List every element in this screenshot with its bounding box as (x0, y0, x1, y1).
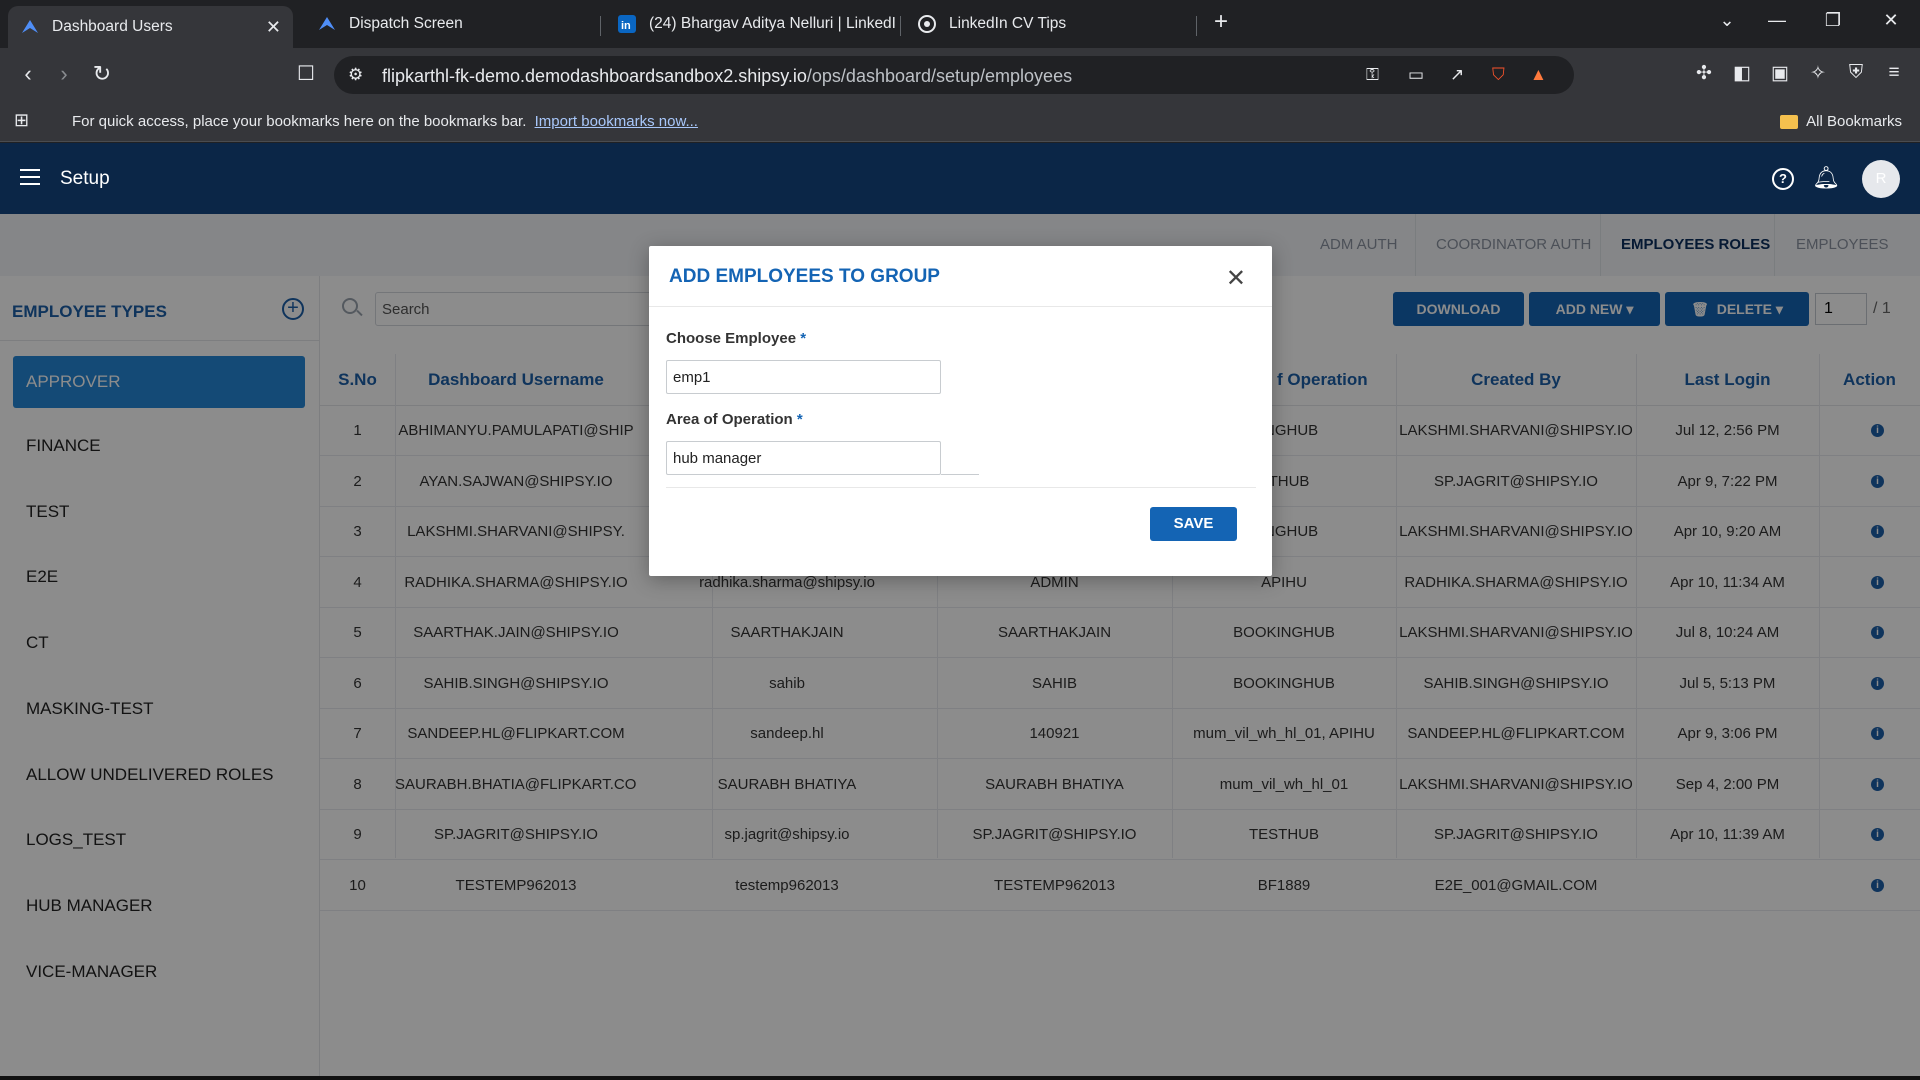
save-button[interactable]: SAVE (1150, 507, 1237, 541)
bookmarks-hint-text: For quick access, place your bookmarks h… (72, 113, 527, 130)
url-text[interactable]: flipkarthl-fk-demo.demodashboardsandbox2… (382, 66, 1072, 87)
area-of-operation-label: Area of Operation * (666, 411, 803, 428)
modal-title: ADD EMPLOYEES TO GROUP (669, 266, 940, 287)
extensions-icon[interactable]: ✣ (1692, 62, 1716, 85)
leo-ai-icon[interactable]: ✧ (1806, 62, 1830, 85)
window-bottom-edge (0, 1076, 1920, 1080)
menu-icon[interactable]: ≡ (1882, 62, 1906, 84)
tab-dashboard-users[interactable]: Dashboard Users ✕ (8, 6, 293, 48)
required-mark: * (796, 411, 803, 428)
brave-rewards-icon[interactable]: ▲ (1530, 65, 1547, 85)
tab-dispatch-screen[interactable]: Dispatch Screen (305, 6, 595, 42)
password-key-icon[interactable]: ⚿ (1366, 65, 1379, 85)
bookmark-icon[interactable]: ☐ (292, 61, 320, 86)
label-text: Choose Employee (666, 330, 797, 347)
close-tab-icon[interactable]: ✕ (266, 17, 281, 38)
tab-linkedin-cv-tips[interactable]: LinkedIn CV Tips (905, 6, 1195, 42)
tab-separator (900, 16, 901, 36)
shipsy-favicon-icon (20, 17, 40, 37)
tab-title: Dispatch Screen (349, 15, 463, 32)
area-of-operation-field[interactable]: hub manager (666, 441, 941, 475)
divider (666, 487, 1256, 488)
close-icon[interactable]: ✕ (1226, 264, 1246, 293)
add-employees-modal: ADD EMPLOYEES TO GROUP ✕ Choose Employee… (649, 246, 1272, 576)
address-bar[interactable]: ⚙ flipkarthl-fk-demo.demodashboardsandbo… (334, 56, 1574, 94)
hamburger-menu-icon[interactable] (20, 169, 40, 190)
wallet-icon[interactable]: ▣ (1768, 62, 1792, 85)
tab-linkedin-profile[interactable]: in (24) Bhargav Aditya Nelluri | LinkedI (605, 6, 895, 42)
help-icon[interactable]: ? (1772, 168, 1794, 190)
apps-grid-icon[interactable]: ⊞ (14, 110, 29, 131)
install-app-icon[interactable]: ▭ (1408, 65, 1424, 85)
brave-shield-icon[interactable]: ⛉ (1492, 65, 1505, 85)
app-header: Setup ? 🔔︎ R (0, 143, 1920, 214)
divider (649, 306, 1272, 307)
tab-title: Dashboard Users (52, 18, 173, 35)
choose-employee-field[interactable]: emp1 (666, 360, 941, 394)
field-underline (941, 474, 979, 475)
required-mark: * (800, 330, 807, 347)
tab-title: LinkedIn CV Tips (949, 15, 1067, 32)
sidebar-icon[interactable]: ◧ (1730, 62, 1754, 85)
close-window-icon[interactable]: ✕ (1876, 10, 1906, 31)
all-bookmarks-button[interactable]: All Bookmarks (1780, 113, 1902, 130)
tab-separator (600, 16, 601, 36)
site-info-icon[interactable]: ⚙ (348, 65, 363, 85)
label-text: Area of Operation (666, 411, 793, 428)
chatgpt-icon (917, 14, 937, 34)
vpn-icon[interactable]: ⛨ (1844, 62, 1868, 84)
tab-search-chevron-icon[interactable]: ⌄ (1712, 10, 1742, 31)
bookmarks-bar: ⊞ For quick access, place your bookmarks… (0, 102, 1920, 142)
forward-icon[interactable]: › (50, 61, 78, 87)
folder-icon (1780, 114, 1799, 129)
minimize-icon[interactable]: — (1762, 10, 1792, 31)
restore-icon[interactable]: ❐ (1818, 10, 1848, 31)
share-icon[interactable]: ↗ (1450, 65, 1464, 85)
back-icon[interactable]: ‹ (14, 61, 42, 87)
browser-toolbar: ‹ › ↻ ☐ ⚙ flipkarthl-fk-demo.demodashboa… (0, 48, 1920, 102)
import-bookmarks-link[interactable]: Import bookmarks now... (535, 113, 698, 130)
shipsy-favicon-icon (317, 14, 337, 34)
bookmarks-hint: For quick access, place your bookmarks h… (72, 113, 698, 130)
reload-icon[interactable]: ↻ (88, 61, 116, 87)
new-tab-icon[interactable]: + (1206, 8, 1236, 36)
avatar[interactable]: R (1862, 160, 1900, 198)
linkedin-icon: in (617, 14, 637, 34)
svg-text:in: in (621, 20, 631, 32)
browser-tab-bar: Dashboard Users ✕ Dispatch Screen in (24… (0, 0, 1920, 48)
notification-bell-icon[interactable]: 🔔︎ (1812, 165, 1840, 191)
page-title: Setup (60, 168, 110, 189)
choose-employee-label: Choose Employee * (666, 330, 806, 347)
tab-separator (1196, 16, 1197, 36)
tab-title: (24) Bhargav Aditya Nelluri | LinkedI (649, 15, 895, 32)
all-bookmarks-label: All Bookmarks (1806, 113, 1902, 130)
